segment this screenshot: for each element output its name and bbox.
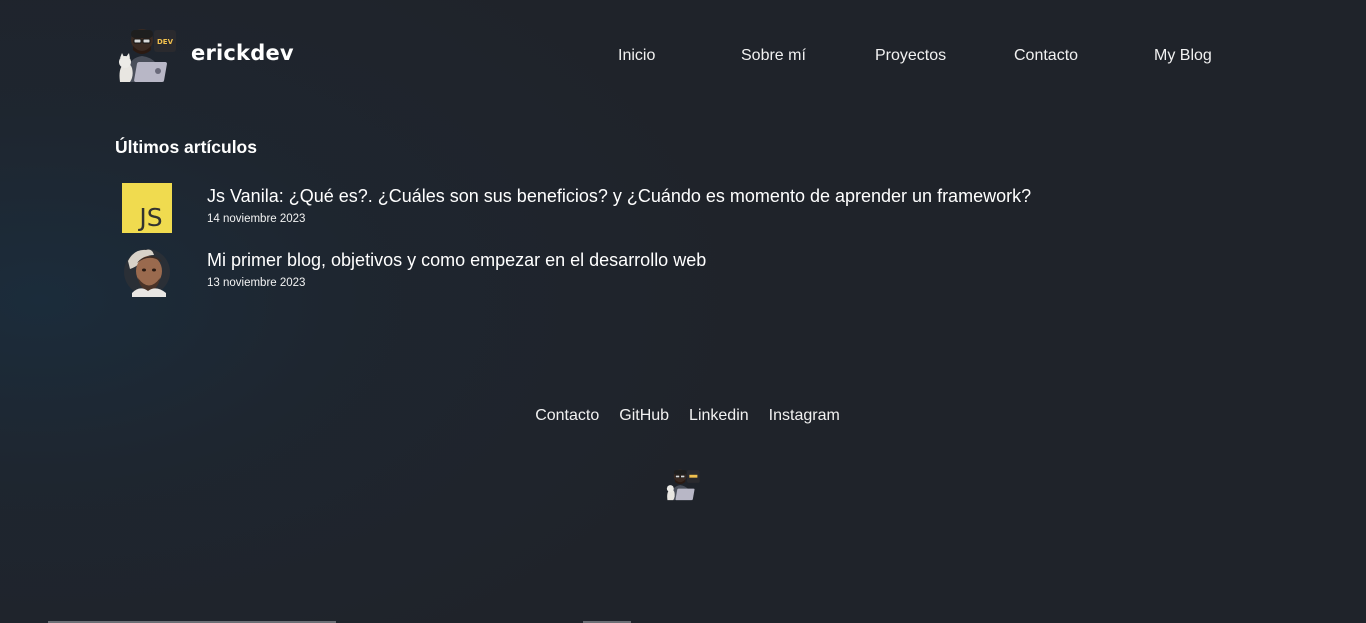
footer-links: Contacto GitHub Linkedin Instagram [0,407,1366,425]
nav-sobre-mi[interactable]: Sobre mí [741,47,806,65]
brand-name: erickdev [191,41,294,65]
javascript-logo-icon: JS [122,183,172,233]
svg-text:JS: JS [137,203,162,232]
site-header: DEV erickdev Inicio Sobre mí Proyectos C… [0,0,1366,112]
footer-link-contacto[interactable]: Contacto [535,407,599,425]
developer-avatar-icon: DEV [119,29,176,82]
article-item-mi-primer-blog[interactable]: Mi primer blog, objetivos y como empezar… [122,247,1082,297]
author-photo-icon [124,249,170,297]
footer-link-instagram[interactable]: Instagram [769,407,840,425]
footer-link-linkedin[interactable]: Linkedin [689,407,749,425]
brand-home-link[interactable]: DEV erickdev [114,24,294,84]
nav-contacto[interactable]: Contacto [1014,47,1078,65]
article-item-js-vanila[interactable]: JS Js Vanila: ¿Qué es?. ¿Cuáles son sus … [122,183,1082,233]
latest-articles-heading: Últimos artículos [115,137,257,157]
article-title: Mi primer blog, objetivos y como empezar… [207,250,707,270]
developer-avatar-icon [666,469,700,501]
svg-text:DEV: DEV [157,38,174,46]
article-date: 13 noviembre 2023 [207,277,306,289]
nav-inicio[interactable]: Inicio [618,47,655,65]
nav-proyectos[interactable]: Proyectos [875,47,946,65]
nav-my-blog[interactable]: My Blog [1154,47,1212,65]
article-date: 14 noviembre 2023 [207,213,306,225]
footer-link-github[interactable]: GitHub [619,407,669,425]
article-title: Js Vanila: ¿Qué es?. ¿Cuáles son sus ben… [207,186,1032,206]
